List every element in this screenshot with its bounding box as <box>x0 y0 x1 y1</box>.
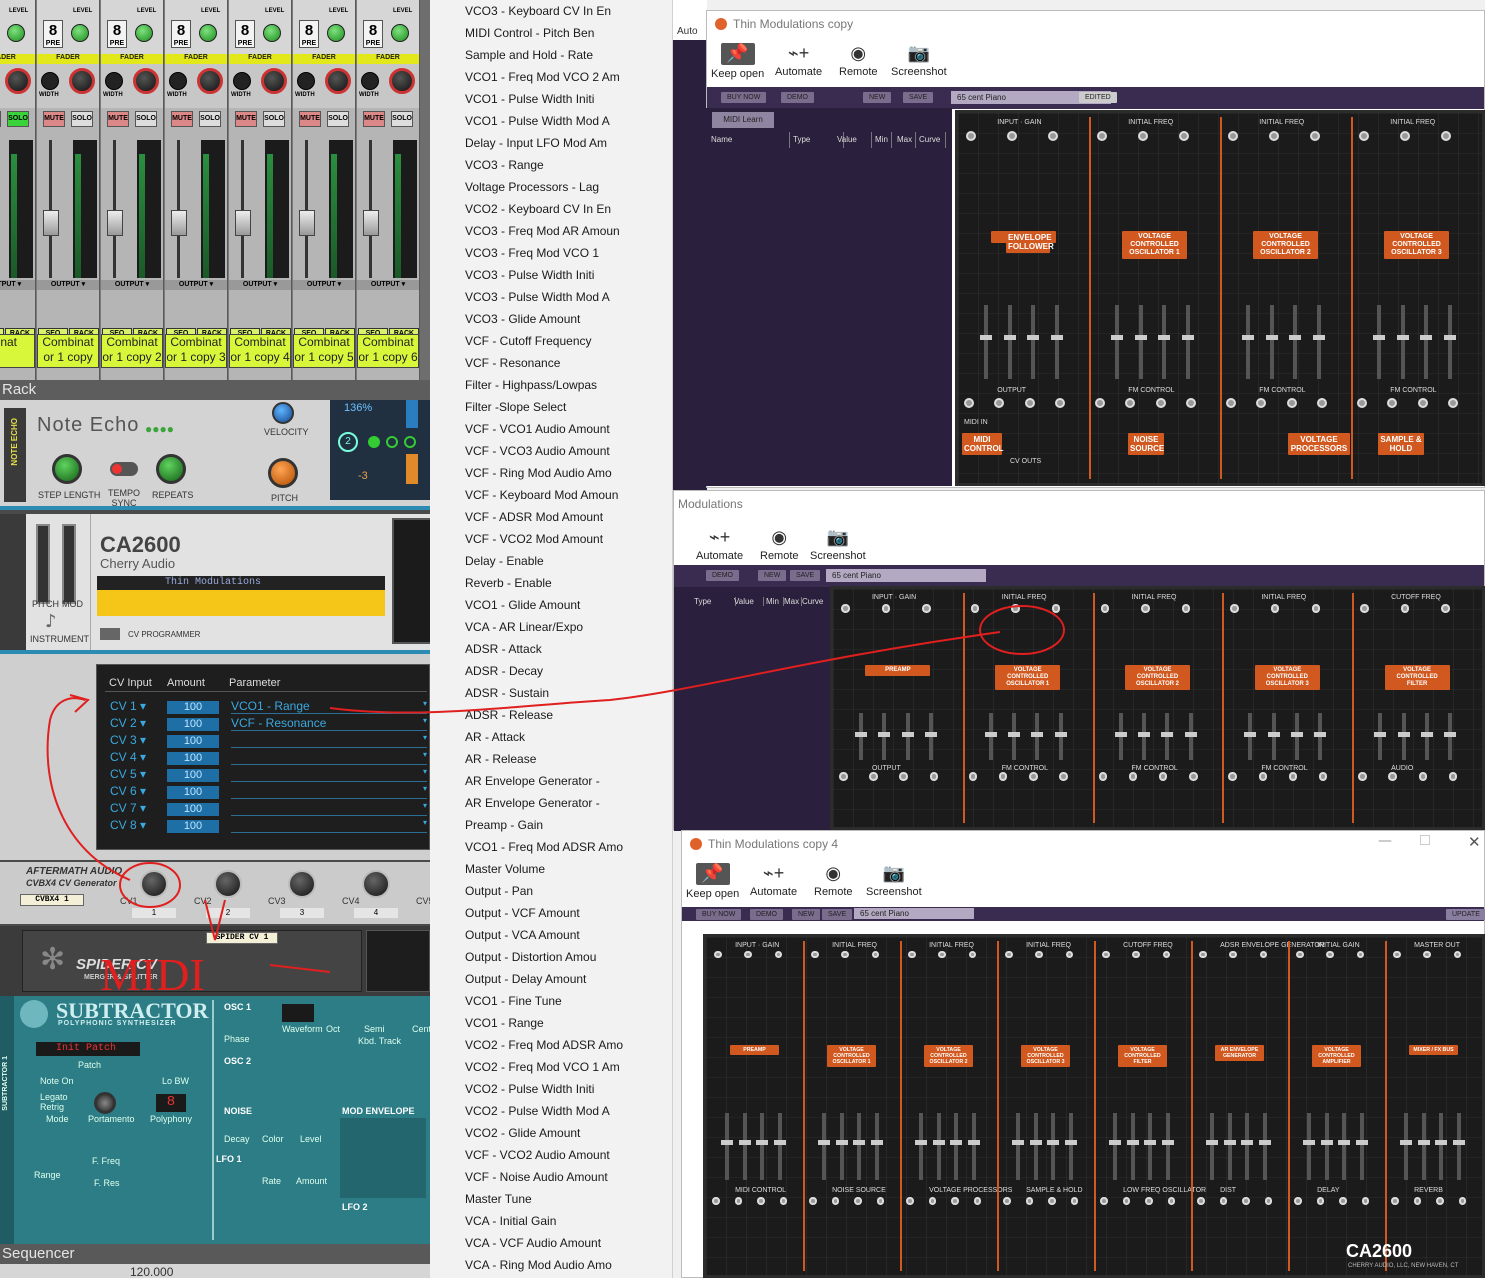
annotation-circle-initial-freq <box>979 605 1065 655</box>
annotation-cable <box>269 964 331 973</box>
annotation-circle-cv1 <box>119 862 181 908</box>
annotation-arrow-down <box>204 899 226 941</box>
annotation-arrow-line <box>329 631 1001 714</box>
annotation-arrow-cv1 <box>46 697 131 881</box>
annotation-midi-text: MIDI <box>100 949 205 1000</box>
annotation-overlay: MIDI <box>46 605 1065 1000</box>
